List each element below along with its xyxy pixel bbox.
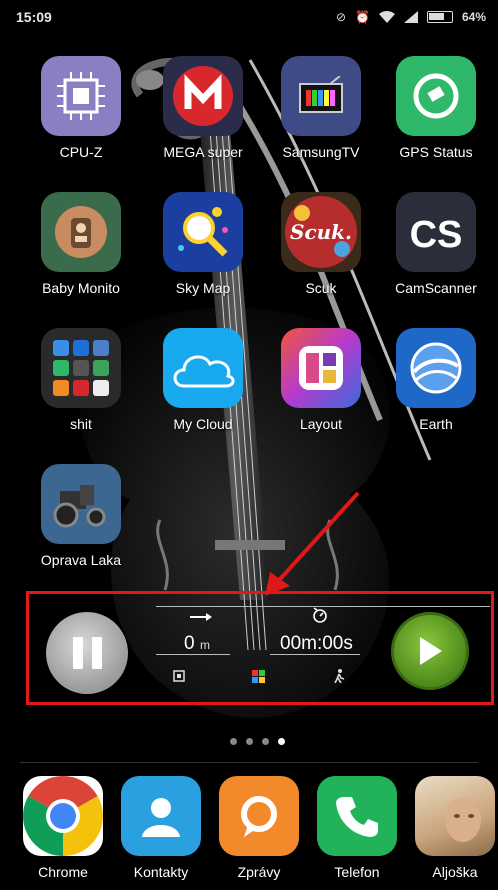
app-camscanner[interactable]: CS CamScanner [377, 192, 495, 296]
page-dot-active[interactable] [278, 738, 285, 745]
layout-icon [281, 328, 361, 408]
app-scuk[interactable]: Scuk. Scuk [262, 192, 380, 296]
app-folder-shit[interactable]: shit [22, 328, 140, 432]
dock-aljoska[interactable]: Aljoška [396, 776, 498, 880]
mega-icon [163, 56, 243, 136]
timer-icon [313, 607, 327, 623]
app-baby-monitor[interactable]: Baby Monito [22, 192, 140, 296]
app-label: CamScanner [395, 280, 477, 296]
avatar-photo [415, 776, 495, 856]
map-grid-icon[interactable] [252, 670, 265, 683]
play-button[interactable] [391, 612, 469, 690]
walking-icon[interactable] [333, 669, 345, 683]
pause-icon [72, 637, 83, 669]
alarm-icon: ⏰ [355, 10, 370, 24]
distance-underline [156, 654, 230, 655]
app-label: MEGA super [163, 144, 243, 160]
elapsed-time: 00m:00s [280, 633, 353, 654]
app-layout[interactable]: Layout [262, 328, 380, 432]
status-icons: ⊘ ⏰ 64% [336, 10, 486, 24]
time-underline [270, 654, 360, 655]
signal-icon [403, 11, 418, 23]
app-label: Sky Map [175, 280, 231, 296]
folder-icon [41, 328, 121, 408]
page-dot[interactable] [262, 738, 269, 745]
tv-icon [281, 56, 361, 136]
camscanner-icon: CS [396, 192, 476, 272]
app-gps-status[interactable]: GPS Status [377, 56, 495, 160]
app-earth[interactable]: Earth [377, 328, 495, 432]
cloud-icon [163, 328, 243, 408]
battery-level: 64% [461, 10, 486, 24]
messages-icon [219, 776, 299, 856]
phone-icon [317, 776, 397, 856]
app-label: shit [70, 416, 92, 432]
satellite-icon [396, 56, 476, 136]
pause-button[interactable] [46, 612, 128, 694]
app-cpu-z[interactable]: CPU-Z [22, 56, 140, 160]
scuk-icon: Scuk. [281, 192, 361, 272]
app-label: Baby Monito [42, 280, 120, 296]
status-time: 15:09 [16, 9, 52, 25]
dock-divider [20, 762, 478, 763]
app-sky-map[interactable]: Sky Map [144, 192, 262, 296]
sync-off-icon: ⊘ [335, 10, 347, 24]
wifi-icon [378, 11, 395, 23]
scuk-logo-text: Scuk. [290, 220, 352, 244]
app-my-cloud[interactable]: My Cloud [144, 328, 262, 432]
app-label: Earth [419, 416, 453, 432]
earth-icon [396, 328, 476, 408]
distance-unit: m [200, 638, 210, 652]
pause-icon-bar [91, 637, 102, 669]
page-dot[interactable] [246, 738, 253, 745]
page-dot[interactable] [230, 738, 237, 745]
camscanner-logo-text: CS [410, 214, 463, 256]
contacts-icon [121, 776, 201, 856]
cpu-icon [41, 56, 121, 136]
play-icon [420, 637, 442, 665]
app-label: Oprava Laka [40, 552, 122, 568]
app-label: GPS Status [399, 144, 473, 160]
app-label: Scuk [305, 280, 337, 296]
app-samsungtv[interactable]: SamsungTV [262, 56, 380, 160]
stop-small-icon [173, 670, 185, 682]
distance-arrow-icon [190, 613, 212, 621]
app-label: Aljoška [432, 864, 478, 880]
baby-monitor-icon [41, 192, 121, 272]
distance-value: 0 [184, 633, 195, 654]
tractor-icon [41, 464, 121, 544]
app-label: Layout [299, 416, 343, 432]
status-bar: 15:09 ⊘ ⏰ 64% [0, 0, 498, 34]
app-oprava-laka[interactable]: Oprava Laka [22, 464, 140, 568]
chrome-icon [23, 776, 103, 856]
page-indicator[interactable] [230, 738, 285, 745]
sky-map-icon [163, 192, 243, 272]
app-label: My Cloud [173, 416, 233, 432]
app-label: CPU-Z [59, 144, 103, 160]
battery-icon [426, 11, 453, 23]
app-mega[interactable]: MEGA super [144, 56, 262, 160]
app-label: SamsungTV [282, 144, 360, 160]
